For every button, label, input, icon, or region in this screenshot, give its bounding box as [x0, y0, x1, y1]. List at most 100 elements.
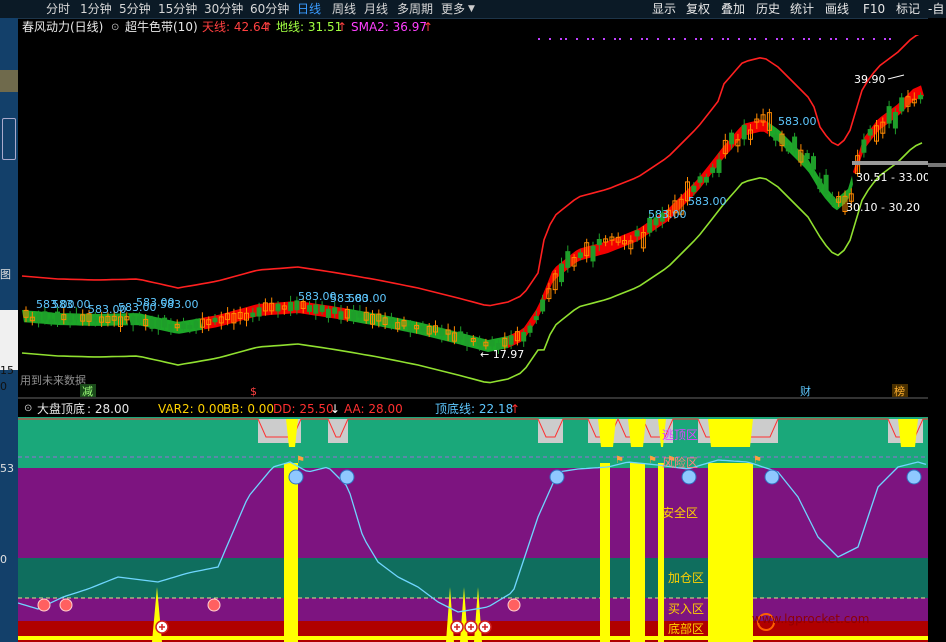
zone-label: 逃顶区: [662, 428, 698, 442]
price-high-pointer: [887, 74, 905, 80]
yellow-baseline: [18, 636, 928, 640]
top-bottom-line-label: 顶底线: 22.18: [435, 402, 514, 416]
candle-body: [420, 326, 426, 332]
sma-dot: [614, 38, 616, 40]
sma-dot: [700, 38, 702, 40]
yellow-column: [600, 463, 610, 642]
main-indicator-title: 春风动力(日线): [22, 20, 104, 34]
sma-dot: [749, 38, 751, 40]
period-tab-weekly[interactable]: 周线: [332, 0, 356, 18]
period-tab-multi[interactable]: 多周期: [397, 0, 433, 18]
menu-overlay[interactable]: 叠加: [721, 0, 745, 18]
candle-body: [596, 238, 602, 246]
sma-dot: [603, 38, 605, 40]
sma-dot: [754, 38, 756, 40]
candle-body: [338, 311, 344, 320]
period-tab-fenshi[interactable]: 分时: [46, 0, 70, 18]
candle-body: [773, 134, 779, 141]
sma-dot: [711, 38, 713, 40]
zone-label: 加仓区: [668, 571, 704, 585]
runner-marker-icon: ⚑: [615, 455, 624, 466]
di-up-arrow-icon: ↑: [337, 20, 348, 34]
candle-body: [319, 305, 325, 313]
candle-body: [42, 311, 48, 321]
candle-body: [577, 252, 583, 258]
blue-ball-marker[interactable]: [288, 469, 304, 485]
candle-body: [275, 303, 281, 312]
candle-body: [533, 316, 539, 321]
yellow-top-spike: [898, 419, 918, 447]
sma-dot: [538, 38, 540, 40]
right-edge-strip: [928, 18, 946, 642]
candle-body: [288, 301, 294, 312]
candle-body: [817, 178, 823, 190]
red-ball-marker[interactable]: [507, 598, 521, 612]
yellow-column: [284, 463, 298, 642]
sma-label: SMA2: 36.97: [351, 20, 428, 34]
period-tab-60min[interactable]: 60分钟: [250, 0, 289, 18]
range-label-2: 30.10 - 30.20: [846, 201, 920, 214]
blue-ball-marker[interactable]: [906, 469, 922, 485]
candle-body: [710, 167, 716, 173]
sma-dot: [695, 38, 697, 40]
menu-stats[interactable]: 统计: [790, 0, 814, 18]
candle-body: [439, 329, 445, 337]
annotation-583-label: 583.00: [778, 115, 817, 128]
red-ball-marker[interactable]: [59, 598, 73, 612]
candle-body: [351, 311, 357, 321]
period-tab-15min[interactable]: 15分钟: [158, 0, 197, 18]
menu-mark[interactable]: 标记: [896, 0, 920, 18]
blue-ball-marker[interactable]: [681, 469, 697, 485]
menu-display[interactable]: 显示: [652, 0, 676, 18]
sub-indicator-chart[interactable]: ⚑ ⚑ ⚑ ⚑ ⚑逃顶区风险区安全区加仓区买入区底部区: [18, 417, 928, 642]
zone-escape-top: [18, 417, 928, 468]
more-dropdown-icon[interactable]: ▼: [468, 0, 475, 18]
price-low-label: ← 17.97: [480, 348, 524, 361]
candle-body: [307, 305, 312, 312]
left-panel-frame[interactable]: [2, 118, 16, 160]
sma-dot: [781, 38, 783, 40]
period-tab-30min[interactable]: 30分钟: [204, 0, 243, 18]
sub-settings-icon[interactable]: ⊙: [24, 402, 32, 416]
gray-top-band: [538, 419, 563, 443]
period-tab-1min[interactable]: 1分钟: [80, 0, 112, 18]
yellow-top-spike: [708, 419, 753, 447]
indicator-settings-icon[interactable]: ⊙: [111, 20, 119, 35]
yellow-column: [630, 463, 645, 642]
candle-body: [918, 94, 924, 100]
candle-body: [899, 97, 905, 112]
candle-body: [193, 320, 199, 329]
blue-ball-marker[interactable]: [764, 469, 780, 485]
sma-dot: [846, 38, 848, 40]
red-ball-marker[interactable]: [207, 598, 221, 612]
sma-dot: [835, 38, 837, 40]
period-tab-daily[interactable]: 日线: [297, 0, 321, 18]
yellow-top-spike: [598, 419, 616, 447]
candle-body: [892, 112, 898, 129]
chart-divider[interactable]: [18, 397, 928, 399]
candle-body: [527, 325, 533, 333]
blue-ball-marker[interactable]: [549, 469, 565, 485]
sma-dot: [884, 38, 886, 40]
sma-dot: [862, 38, 864, 40]
menu-f10[interactable]: F10: [863, 0, 885, 18]
period-tab-more[interactable]: 更多: [441, 0, 465, 18]
menu-self[interactable]: -自: [928, 0, 944, 18]
candle-body: [168, 324, 174, 332]
menu-draw[interactable]: 画线: [825, 0, 849, 18]
menu-history[interactable]: 历史: [756, 0, 780, 18]
menu-fuquan[interactable]: 复权: [686, 0, 710, 18]
price-high-label: 39.90: [854, 73, 886, 86]
sma-dot: [776, 38, 778, 40]
left-panel-bar[interactable]: [0, 70, 18, 92]
period-tab-monthly[interactable]: 月线: [364, 0, 388, 18]
period-tab-5min[interactable]: 5分钟: [119, 0, 151, 18]
candle-body: [829, 196, 835, 203]
candle-body: [55, 311, 60, 323]
blue-ball-marker[interactable]: [339, 469, 355, 485]
annotation-583-label: 583.00: [160, 298, 199, 311]
red-ball-marker[interactable]: [37, 598, 51, 612]
candle-body: [489, 340, 495, 347]
tian-line-label: 天线: 42.64: [202, 20, 269, 34]
main-price-chart[interactable]: 583.00583.00583.00583.00 583.00583.00583.…: [18, 35, 928, 397]
